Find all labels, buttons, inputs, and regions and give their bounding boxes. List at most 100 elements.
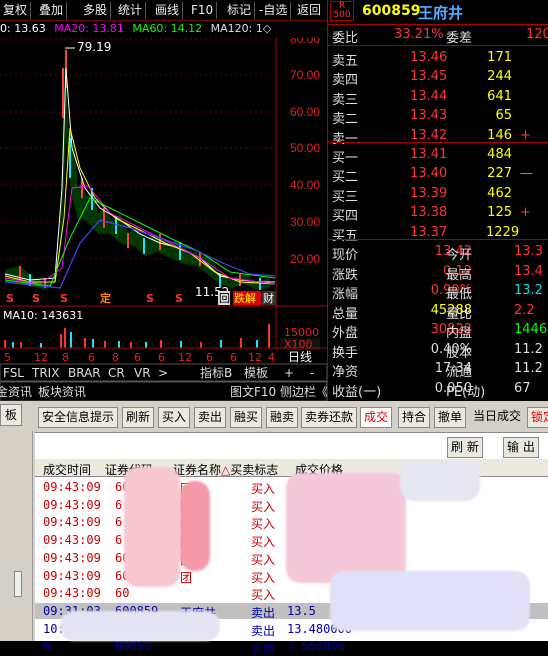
stock-code: 600859 <box>362 3 421 19</box>
tab-template[interactable]: 模板 <box>244 366 268 380</box>
svg-text:S: S <box>175 292 183 305</box>
ma-value-0: 0: 13.63 <box>0 22 46 35</box>
day-line-label[interactable]: 日线 <box>288 350 312 364</box>
date-9: 6 <box>230 351 237 364</box>
privacy-blur-1 <box>124 467 180 587</box>
left-strip <box>0 431 33 641</box>
tag-hui: 回 <box>219 292 230 305</box>
toolbar-fanhui[interactable]: 返回 <box>294 2 324 19</box>
tag-jiejie: 跌解 <box>234 291 256 305</box>
date-3: 6 <box>88 351 95 364</box>
sell-row[interactable]: 卖三 13.44 641 <box>328 87 548 108</box>
privacy-blur-4 <box>330 571 530 631</box>
today-deals-button[interactable]: 当日成交 <box>470 407 524 428</box>
left-tab[interactable]: 板 <box>0 404 22 426</box>
deal-button[interactable]: 成交 <box>360 407 393 428</box>
safety-info-button[interactable]: 安全信息提示 <box>38 407 119 428</box>
market-badge: R 500 <box>330 1 354 21</box>
stat-row: 外盘 30822 内盘 1446 <box>332 322 548 341</box>
margin-buy-button[interactable]: 融买 <box>230 407 263 428</box>
buy-row[interactable]: 买三 13.39 462 <box>328 184 548 205</box>
cancel-order-button[interactable]: 撤单 <box>434 407 467 428</box>
stat-row: 现价 13.42 今开 13.3 <box>332 244 543 263</box>
axis-80: 80.00 <box>290 38 320 46</box>
tab-trix[interactable]: TRIX <box>31 366 59 380</box>
tab-more[interactable]: > <box>158 366 168 380</box>
toolbar-zixuan[interactable]: -自选 <box>256 2 292 19</box>
toolbar-diejia[interactable]: 叠加 <box>36 2 68 19</box>
svg-text:S: S <box>6 292 14 305</box>
stat-row: 总量 45288 量比 2.2 <box>332 302 535 322</box>
date-6: 6 <box>158 351 165 364</box>
date-11: 4 <box>268 351 275 364</box>
quote-panel: R 500 600859 王府井 委比 33.21% 委差 120 卖五 13.4… <box>327 0 548 401</box>
stat-row: 涨幅 0.90% 最低 13.2 <box>332 283 543 302</box>
date-8: 6 <box>206 351 213 364</box>
buy-row[interactable]: 买二 13.40 227 — <box>328 164 548 185</box>
stat-row: 净资 17.34 流通 11.2 <box>332 361 543 380</box>
lock-button[interactable]: 锁定 <box>527 407 548 428</box>
stat-row: 收益(一) 0.050 PE(动) 67 <box>332 380 531 400</box>
link-tuwen-f10[interactable]: 图文F10 <box>230 384 276 399</box>
chart-toolbar: 复权 叠加 多股 统计 画线 F10 标记 -自选 返回 <box>0 0 327 21</box>
tab-indicator-b[interactable]: 指标B <box>200 365 232 380</box>
date-0: 5 <box>4 351 11 364</box>
toolbar-biaoji[interactable]: 标记 <box>224 2 256 19</box>
privacy-blur-2 <box>180 481 210 571</box>
sell-repay-button[interactable]: 卖券还款 <box>301 407 358 428</box>
axis-20: 20.00 <box>290 252 320 266</box>
export-button[interactable]: 输 出 <box>503 437 539 458</box>
date-5: 6 <box>134 351 141 364</box>
tab-fsl[interactable]: FSL <box>3 366 24 380</box>
header-name[interactable]: 证券名称 <box>173 461 221 478</box>
link-sidebar[interactable]: 侧边栏《 <box>280 384 327 399</box>
ma-legend: 0: 13.63 MA20: 13.81 MA60: 14.12 MA120: … <box>0 22 327 38</box>
privacy-blur-6 <box>400 461 480 501</box>
tab-cr[interactable]: CR <box>108 366 125 380</box>
tag-cai: 财 <box>263 291 274 305</box>
svg-text:定: 定 <box>100 291 111 305</box>
left-scroll-thumb[interactable] <box>14 571 22 597</box>
tab-plus[interactable]: + <box>284 366 294 380</box>
date-10: 12 <box>248 351 262 364</box>
sell-row[interactable]: 卖五 13.46 171 <box>328 48 548 69</box>
margin-sell-button[interactable]: 融卖 <box>266 407 299 428</box>
axis-30: 30.00 <box>290 215 320 229</box>
stock-name: 王府井 <box>418 4 464 22</box>
ma10-vol-label: MA10: 143631 <box>3 309 83 322</box>
refresh-button[interactable]: 刷 新 <box>447 437 483 458</box>
date-7: 12 <box>178 351 192 364</box>
trade-panel: 板 安全信息提示刷新买入卖出融买融卖卖券还款成交持合撤单当日成交锁定 刷 新 输… <box>0 401 548 655</box>
toolbar-huaxian[interactable]: 画线 <box>152 2 184 19</box>
stat-row: 换手 0.40% 股本 11.2 <box>332 341 543 361</box>
buy-button[interactable]: 买入 <box>158 407 191 428</box>
sell-button[interactable]: 卖出 <box>194 407 227 428</box>
toolbar-duogu[interactable]: 多股 <box>80 2 112 19</box>
date-1: 12 <box>34 351 48 364</box>
toolbar-f10[interactable]: F10 <box>188 2 218 19</box>
svg-text:S: S <box>60 292 68 305</box>
high-label: 79.19 <box>77 40 111 54</box>
privacy-blur-5 <box>60 611 220 641</box>
header-time[interactable]: 成交时间 <box>43 461 91 478</box>
svg-text:S: S <box>146 292 154 305</box>
link-bankuai-zixun[interactable]: 板块资讯 <box>38 385 86 399</box>
buy-row[interactable]: 买四 13.38 125 + <box>328 203 548 224</box>
header-side[interactable]: △买卖标志 <box>221 461 278 478</box>
axis-50: 50.00 <box>290 141 320 155</box>
sell-row[interactable]: 卖四 13.45 244 <box>328 67 548 88</box>
sell-row[interactable]: 卖二 13.43 65 <box>328 106 548 127</box>
buy-row[interactable]: 买一 13.41 484 <box>328 145 548 166</box>
ma120-value: MA120: 1◇ <box>210 22 272 35</box>
tab-minus[interactable]: - <box>310 366 314 380</box>
kline-chart[interactable]: 80.00 70.00 60.00 50.00 40.00 30.00 20.0… <box>0 38 327 401</box>
tab-brar[interactable]: BRAR <box>68 366 101 380</box>
tab-vr[interactable]: VR <box>134 366 151 380</box>
toolbar-fuquan[interactable]: 复权 <box>0 2 32 19</box>
toolbar-tongji[interactable]: 统计 <box>115 2 147 19</box>
refresh-top-button[interactable]: 刷新 <box>122 407 155 428</box>
date-2: 8 <box>62 351 69 364</box>
link-zixun[interactable]: 金资讯 <box>0 384 32 399</box>
position-button[interactable]: 持合 <box>398 407 431 428</box>
svg-text:S: S <box>32 292 40 305</box>
